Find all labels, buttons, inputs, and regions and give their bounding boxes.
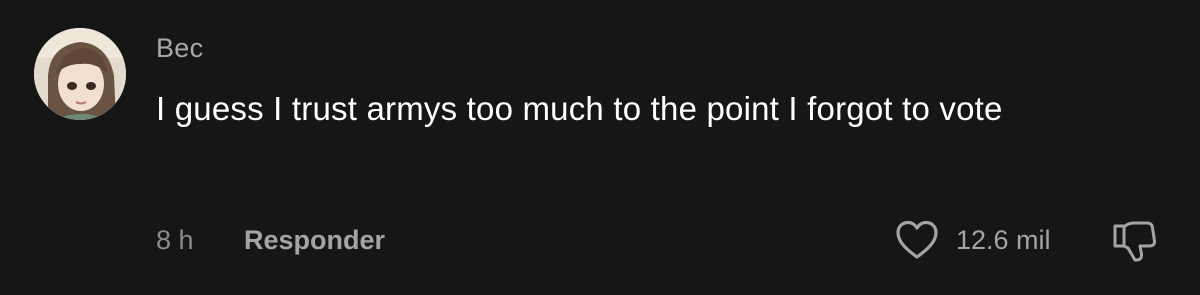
comment-timestamp: 8 h [156,225,194,255]
comment: Bec I guess I trust armys too much to th… [0,0,1200,295]
comment-username[interactable]: Bec [156,30,203,66]
reply-button[interactable]: Responder [244,220,385,260]
dislike-button[interactable] [1110,218,1158,264]
heart-icon [896,220,938,259]
thumbs-down-icon [1113,221,1157,262]
like-button[interactable] [894,219,940,261]
like-count: 12.6 mil [956,225,1051,255]
avatar[interactable] [34,28,126,120]
comment-text: I guess I trust armys too much to the po… [156,90,1003,127]
